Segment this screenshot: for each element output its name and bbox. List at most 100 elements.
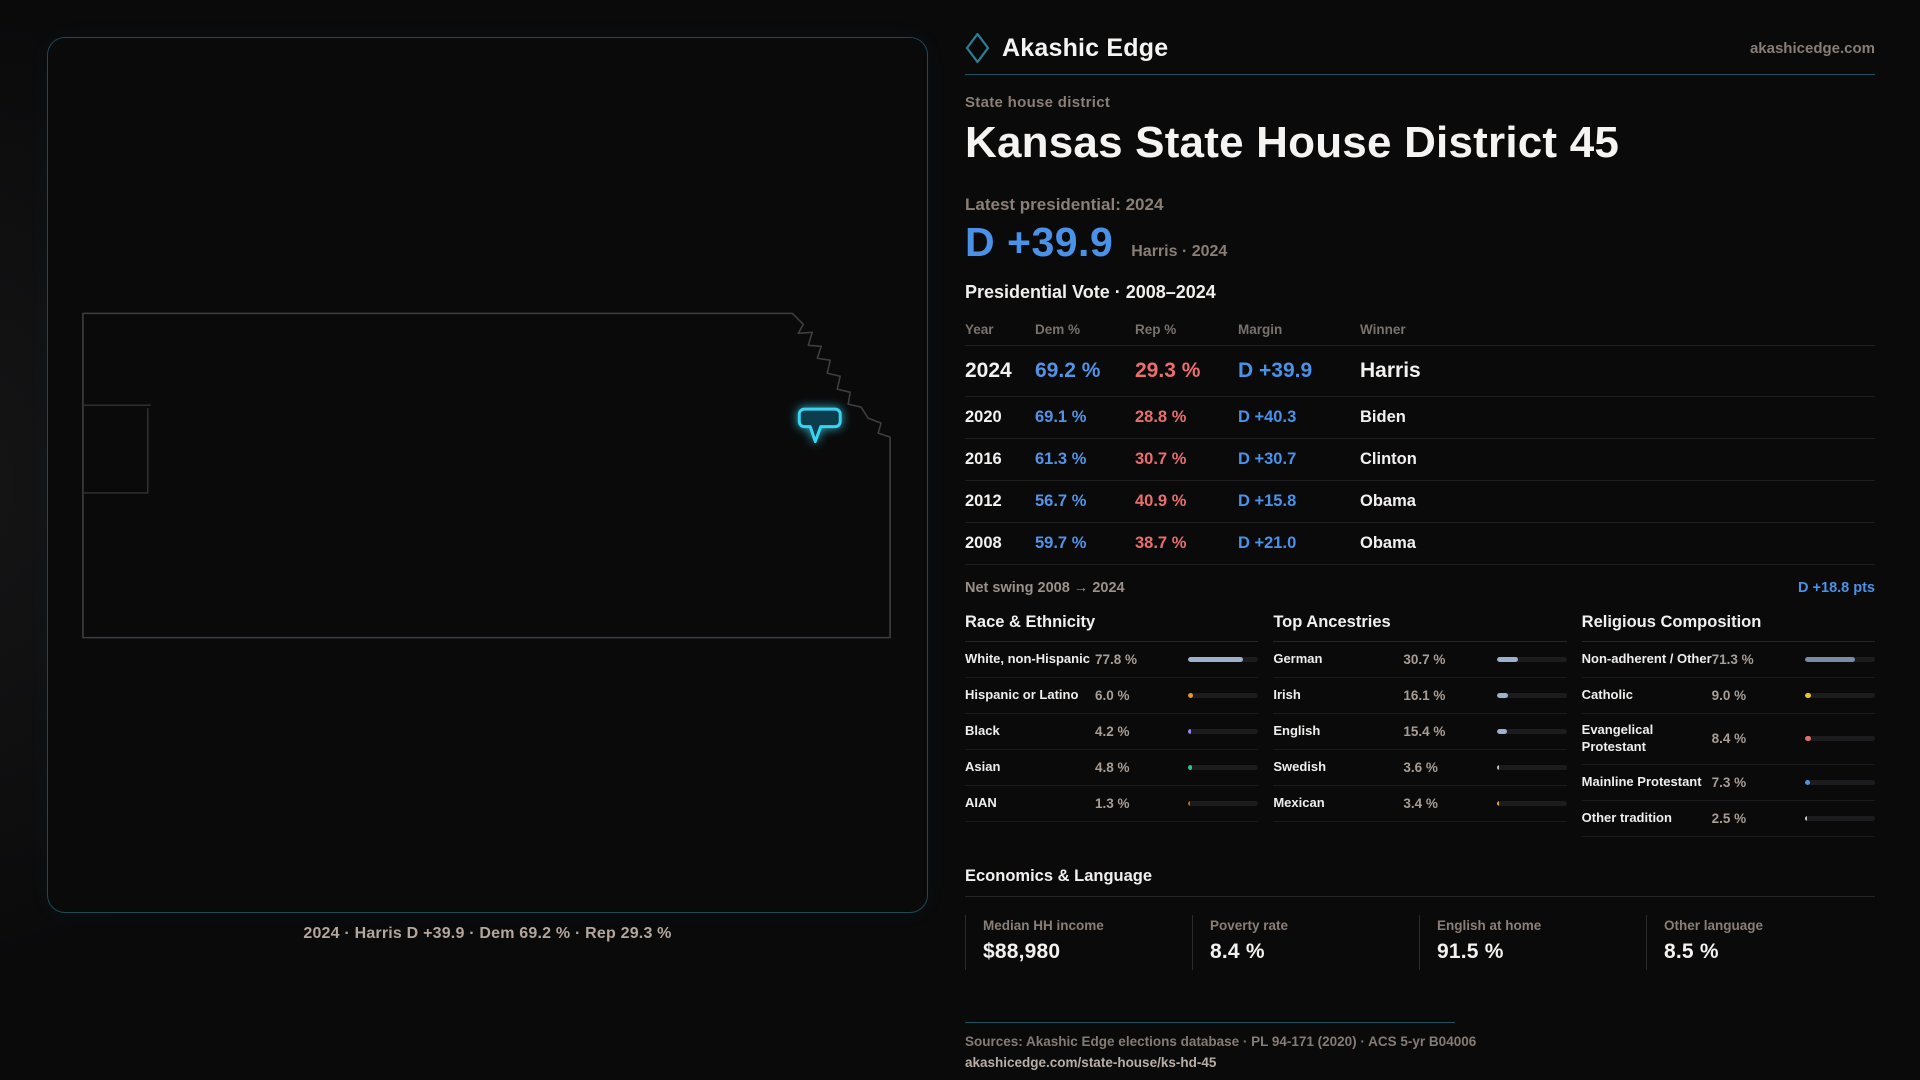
stat-row: White, non-Hispanic 77.8 % [965, 642, 1259, 678]
stat-label: Mexican [1273, 795, 1325, 811]
stat-label: Asian [965, 759, 1001, 775]
economic-stat: Poverty rate 8.4 % [1192, 914, 1419, 970]
demographic-section: Race & Ethnicity White, non-Hispanic 77.8 … [965, 613, 1259, 837]
latest-presidential-label: Latest presidential: 2024 [965, 195, 1164, 214]
stat-label: White, non-Hispanic [965, 651, 1090, 667]
stat-value: 4.8 % [1095, 760, 1130, 775]
demographic-section: Religious Composition Non-adherent / Othe… [1581, 613, 1875, 837]
stat-bar-track [1188, 657, 1259, 662]
stat-bar-fill [1496, 765, 1500, 770]
vote-table-title: Presidential Vote · 2008–2024 [965, 282, 1216, 302]
stat-row: Hispanic or Latino 6.0 % [965, 678, 1259, 714]
stat-row: Other tradition 2.5 % [1581, 801, 1875, 837]
vote-dem-pct: 56.7 % [1035, 492, 1087, 510]
section-title: Religious Composition [1581, 613, 1875, 642]
stat-row: Irish 16.1 % [1273, 678, 1567, 714]
stat-value: 15.4 % [1403, 724, 1446, 739]
stat-bar-fill [1496, 801, 1500, 806]
stat-value: 6.0 % [1095, 688, 1130, 703]
stat-bar-track [1805, 815, 1875, 821]
footer-sources: Sources: Akashic Edge elections database… [965, 1033, 1477, 1049]
vote-row: 2016 61.3 % 30.7 % D +30.7 Clinton [965, 439, 1875, 481]
section-title: Race & Ethnicity [965, 613, 1259, 642]
stat-bar-fill [1496, 693, 1508, 698]
vote-year: 2008 [965, 534, 1002, 552]
stat-value: 2.5 % [1711, 810, 1747, 826]
map-caption: 2024 · Harris D +39.9 · Dem 69.2 % · Rep… [303, 925, 672, 942]
stat-bar-fill [1188, 693, 1193, 698]
stat-bar-track [1496, 657, 1567, 662]
vote-table-header: Year Dem % Rep % Margin Winner [965, 313, 1875, 346]
vote-winner: Harris [1360, 359, 1421, 382]
stat-bar-fill [1805, 736, 1811, 742]
footer-permalink-link[interactable]: akashicedge.com/state-house/ks-hd-45 [965, 1055, 1875, 1070]
economic-stat-label: Poverty rate [1210, 917, 1289, 933]
vote-column-header: Rep % [1135, 321, 1177, 337]
vote-column-header: Year [965, 321, 994, 337]
stat-row: Mainline Protestant 7.3 % [1581, 765, 1875, 801]
vote-column-header: Winner [1360, 321, 1406, 337]
vote-dem-pct: 59.7 % [1035, 534, 1087, 552]
economic-stat-value: $88,980 [983, 939, 1061, 963]
stat-label: Irish [1273, 687, 1301, 703]
eyebrow-label: State house district [965, 94, 1111, 111]
vote-margin: D +30.7 [1238, 450, 1297, 468]
stat-value: 4.2 % [1095, 724, 1130, 739]
stat-bar-fill [1188, 801, 1191, 806]
kansas-map [82, 312, 891, 639]
stat-value: 30.7 % [1403, 652, 1446, 667]
stat-row: Asian 4.8 % [965, 750, 1259, 786]
stat-value: 1.3 % [1095, 796, 1130, 811]
vote-winner: Biden [1360, 408, 1406, 426]
economic-stat: Other language 8.5 % [1646, 914, 1873, 970]
stat-bar-fill [1188, 729, 1192, 734]
vote-margin: D +15.8 [1238, 492, 1297, 510]
stat-label: Swedish [1273, 759, 1327, 775]
vote-row: 2024 69.2 % 29.3 % D +39.9 Harris [965, 346, 1875, 397]
stat-bar-fill [1805, 779, 1811, 785]
stat-value: 16.1 % [1403, 688, 1446, 703]
stat-bar-fill [1805, 693, 1812, 698]
stat-label: Evangelical Protestant [1581, 722, 1654, 754]
vote-row: 2008 59.7 % 38.7 % D +21.0 Obama [965, 523, 1875, 565]
stat-label: German [1273, 651, 1323, 667]
stat-row: Non-adherent / Other 71.3 % [1581, 642, 1875, 678]
stat-bar-track [1496, 693, 1567, 698]
vote-row: 2012 56.7 % 40.9 % D +15.8 Obama [965, 481, 1875, 523]
stat-label: English [1273, 723, 1321, 739]
stat-bar-fill [1188, 657, 1243, 662]
vote-column-header: Dem % [1035, 321, 1081, 337]
economic-stat: Median HH income $88,980 [965, 914, 1192, 970]
kansas-outline [82, 312, 891, 639]
stat-row: AIAN 1.3 % [965, 786, 1259, 822]
stat-bar-track [1188, 765, 1259, 770]
vote-rep-pct: 40.9 % [1135, 492, 1187, 510]
stat-bar-track [1188, 693, 1259, 698]
economic-stat-value: 91.5 % [1437, 939, 1504, 963]
stat-bar-track [1188, 801, 1259, 806]
stat-bar-fill [1188, 765, 1192, 770]
page-title: Kansas State House District 45 [965, 118, 1620, 167]
stat-value: 71.3 % [1711, 652, 1754, 667]
net-swing-label: Net swing 2008 → 2024 [965, 580, 1125, 596]
vote-table-body: 2024 69.2 % 29.3 % D +39.9 Harris 2020 69.1 % 2… [965, 346, 1875, 565]
brand-site-link[interactable]: akashicedge.com [1750, 40, 1875, 57]
stat-bar-track [1496, 765, 1567, 770]
vote-year: 2020 [965, 408, 1002, 426]
vote-table: Year Dem % Rep % Margin Winner 2024 69.2 % 29.… [965, 313, 1875, 565]
economic-stat-label: English at home [1437, 917, 1542, 933]
stat-row: Black 4.2 % [965, 714, 1259, 750]
net-swing-row: Net swing 2008 → 2024 D +18.8 pts [965, 565, 1875, 596]
stat-bar-track [1805, 693, 1875, 698]
vote-rep-pct: 28.8 % [1135, 408, 1187, 426]
header: Akashic Edge akashicedge.com [965, 28, 1875, 68]
economic-stat-label: Other language [1664, 917, 1764, 933]
vote-rep-pct: 38.7 % [1135, 534, 1187, 552]
economic-stat-value: 8.5 % [1664, 939, 1719, 963]
demographic-section: Top Ancestries German 30.7 % Irish 16.1 % Eng… [1273, 613, 1567, 837]
stat-bar-track [1805, 657, 1875, 662]
stat-bar-track [1496, 801, 1567, 806]
stat-bar-fill [1496, 657, 1519, 662]
district-map-panel [47, 37, 928, 913]
district-45-shape[interactable] [797, 407, 842, 444]
